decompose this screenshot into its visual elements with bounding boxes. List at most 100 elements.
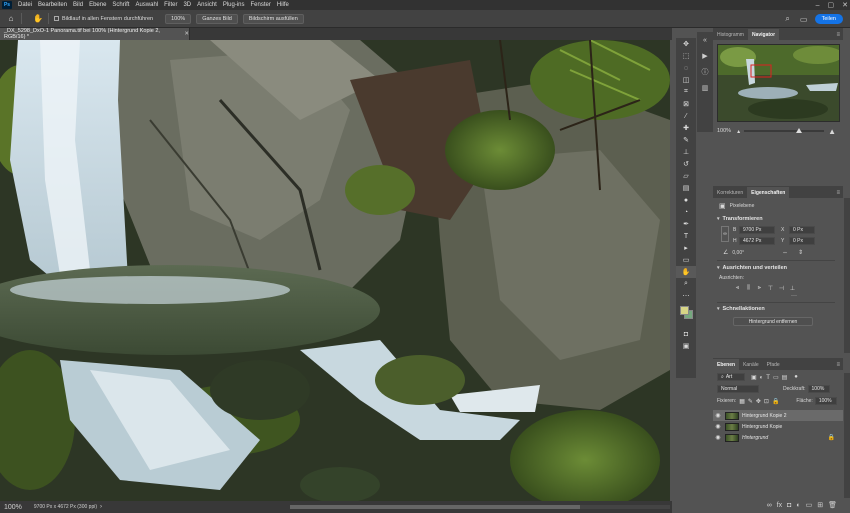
tab-navigator[interactable]: Navigator <box>747 29 780 40</box>
eyedropper-tool-icon[interactable]: ⁄ <box>676 110 696 122</box>
angle-value[interactable]: 0,00° <box>732 250 744 256</box>
layer-row[interactable]: ◉ Hintergrund Kopie <box>713 421 843 432</box>
menu-bild[interactable]: Bild <box>70 2 86 8</box>
tab-layers[interactable]: Ebenen <box>713 359 740 370</box>
document-tab[interactable]: _DX_5298_DxO-1 Panorama.tif bei 100% (Hi… <box>0 28 190 40</box>
align-top-icon[interactable]: ⊤ <box>766 285 775 292</box>
close-tab-icon[interactable]: ✕ <box>184 31 189 37</box>
frame-tool-icon[interactable]: ⊠ <box>676 98 696 110</box>
search-icon[interactable]: ⌕ <box>783 14 793 24</box>
eye-icon[interactable]: ◉ <box>713 412 723 419</box>
horizontal-scrollbar[interactable] <box>290 504 670 510</box>
width-field[interactable]: 9700 Px <box>739 226 775 234</box>
menu-ansicht[interactable]: Ansicht <box>194 2 220 8</box>
eye-icon[interactable]: ◉ <box>713 434 723 441</box>
add-mask-icon[interactable]: ◘ <box>787 502 791 509</box>
align-middle-icon[interactable]: ⊣ <box>777 285 786 292</box>
more-tools-icon[interactable]: ⋯ <box>676 290 696 302</box>
scroll-all-windows-checkbox[interactable]: Bildlauf in allen Fenstern durchführen <box>54 16 153 22</box>
home-icon[interactable]: ⌂ <box>6 14 16 24</box>
link-dimensions-icon[interactable]: ∞ <box>721 226 729 242</box>
fill-field[interactable]: 100% <box>814 397 837 405</box>
screen-mode-icon[interactable]: ▣ <box>676 340 696 352</box>
zoom-100-button[interactable]: 100% <box>165 13 192 24</box>
brush-tool-icon[interactable]: ✎ <box>676 134 696 146</box>
layer-filter-icons[interactable]: ▣◐T▭▤ <box>751 374 790 381</box>
tab-channels[interactable]: Kanäle <box>739 359 763 370</box>
status-zoom[interactable]: 100% <box>0 504 28 511</box>
minimize-icon[interactable]: – <box>816 2 820 9</box>
menu-schrift[interactable]: Schrift <box>109 2 132 8</box>
checkbox-box[interactable] <box>54 16 59 21</box>
align-center-h-icon[interactable]: ⫼ <box>744 285 753 292</box>
hand-tool-preset-icon[interactable]: ✋ <box>33 14 43 24</box>
menu-3d[interactable]: 3D <box>180 2 194 8</box>
menu-bearbeiten[interactable]: Bearbeiten <box>35 2 70 8</box>
marquee-tool-icon[interactable]: ⬚ <box>676 50 696 62</box>
navigator-zoom-slider[interactable] <box>744 128 825 134</box>
blur-tool-icon[interactable]: ● <box>676 194 696 206</box>
path-select-tool-icon[interactable]: ▸ <box>676 242 696 254</box>
navigator-zoom-value[interactable]: 100% <box>717 128 731 134</box>
info-icon[interactable]: ⓘ <box>697 64 713 80</box>
link-layers-icon[interactable]: ∞ <box>767 502 772 509</box>
zoom-out-icon[interactable]: ▴ <box>737 128 740 135</box>
tab-paths[interactable]: Pfade <box>763 359 784 370</box>
move-tool-icon[interactable]: ✥ <box>676 38 696 50</box>
healing-brush-tool-icon[interactable]: ✚ <box>676 122 696 134</box>
x-field[interactable]: 0 Px <box>789 226 815 234</box>
crop-tool-icon[interactable]: ⌗ <box>676 86 696 98</box>
type-tool-icon[interactable]: T <box>676 230 696 242</box>
tab-properties[interactable]: Eigenschaften <box>747 187 790 198</box>
menu-plugins[interactable]: Plug-ins <box>220 2 248 8</box>
hand-tool-icon[interactable]: ✋ <box>676 266 696 278</box>
layer-filter-kind[interactable]: ⌕ Art <box>717 373 745 381</box>
menu-datei[interactable]: Datei <box>15 2 35 8</box>
share-button[interactable]: Teilen <box>814 14 843 24</box>
shape-tool-icon[interactable]: ▭ <box>676 254 696 266</box>
layers-scrollbar[interactable] <box>844 373 850 498</box>
zoom-tool-icon[interactable]: ⌕ <box>676 278 696 290</box>
zoom-in-icon[interactable]: ▲ <box>828 127 836 136</box>
gradient-tool-icon[interactable]: ▤ <box>676 182 696 194</box>
flip-horizontal-icon[interactable]: ⇔ <box>782 250 788 256</box>
history-brush-tool-icon[interactable]: ↺ <box>676 158 696 170</box>
chevron-right-icon[interactable]: › <box>100 504 102 510</box>
panel-menu-icon[interactable]: ≡ <box>836 29 843 40</box>
align-bottom-icon[interactable]: ⊥ <box>788 285 797 292</box>
actions-icon[interactable]: ▶ <box>697 48 713 64</box>
quick-actions-header[interactable]: ▾ Schnellaktionen <box>717 306 765 312</box>
layer-row[interactable]: ◉ Hintergrund Kopie 2 <box>713 410 843 421</box>
foreground-color-swatch[interactable] <box>680 306 689 315</box>
fx-icon[interactable]: fx <box>777 502 782 509</box>
object-select-tool-icon[interactable]: ◫ <box>676 74 696 86</box>
workspace-icon[interactable]: ▭ <box>799 14 809 24</box>
lock-icons[interactable]: ▦✎✥⊡🔒 <box>739 398 782 405</box>
menu-fenster[interactable]: Fenster <box>248 2 274 8</box>
filter-toggle-icon[interactable]: ● <box>794 374 798 380</box>
opacity-field[interactable]: 100% <box>807 385 830 393</box>
menu-filter[interactable]: Filter <box>161 2 180 8</box>
eraser-tool-icon[interactable]: ▱ <box>676 170 696 182</box>
new-group-icon[interactable]: ▭ <box>806 501 813 509</box>
flip-vertical-icon[interactable]: ⇕ <box>798 249 803 256</box>
align-right-icon[interactable]: ⫸ <box>755 285 764 292</box>
new-layer-icon[interactable]: ⊞ <box>817 501 823 509</box>
collapse-panels-icon[interactable]: « <box>697 32 713 48</box>
blend-mode-select[interactable]: Normal <box>717 385 759 393</box>
clone-stamp-tool-icon[interactable]: ⊥ <box>676 146 696 158</box>
panel-menu-icon[interactable]: ≡ <box>836 359 843 370</box>
menu-auswahl[interactable]: Auswahl <box>132 2 161 8</box>
adjustment-layer-icon[interactable]: ◐ <box>796 502 800 509</box>
libraries-icon[interactable]: ▥ <box>697 80 713 96</box>
height-field[interactable]: 4672 Px <box>739 237 775 245</box>
fit-screen-button[interactable]: Ganzes Bild <box>196 13 238 24</box>
fill-screen-button[interactable]: Bildschirm ausfüllen <box>242 13 304 24</box>
align-left-icon[interactable]: ⫷ <box>733 285 742 292</box>
lasso-tool-icon[interactable]: ◌ <box>676 62 696 74</box>
eye-icon[interactable]: ◉ <box>713 423 723 430</box>
close-icon[interactable]: ✕ <box>842 1 848 9</box>
maximize-icon[interactable]: ▢ <box>828 1 835 9</box>
pen-tool-icon[interactable]: ✒ <box>676 218 696 230</box>
tab-adjustments[interactable]: Korrekturen <box>713 187 747 198</box>
